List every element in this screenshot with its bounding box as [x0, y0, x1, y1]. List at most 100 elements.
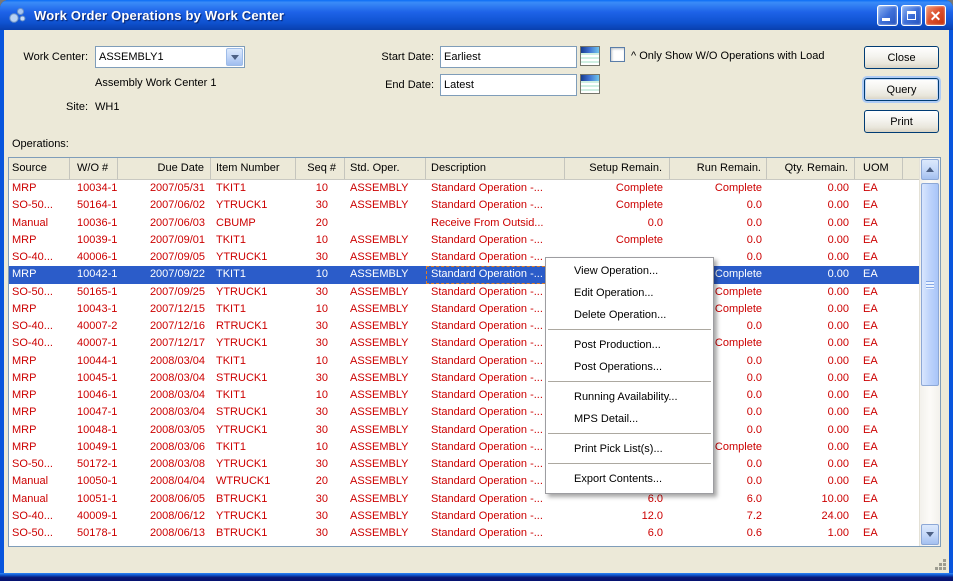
column-header-seq[interactable]: Seq # — [296, 158, 345, 179]
table-cell: 10051-1 — [70, 491, 118, 508]
table-row[interactable]: MRP10042-12007/09/22TKIT110ASSEMBLYStand… — [9, 266, 919, 283]
menu-item-edit-operation[interactable]: Edit Operation... — [546, 282, 713, 304]
start-date-input[interactable] — [440, 46, 577, 68]
table-cell: 0.00 — [767, 284, 855, 301]
menu-item-view-operation[interactable]: View Operation... — [546, 260, 713, 282]
table-cell: 2007/09/25 — [118, 284, 211, 301]
table-row[interactable]: SO-50...50172-12008/03/08YTRUCK130ASSEMB… — [9, 456, 919, 473]
titlebar-controls: ✕ — [877, 5, 946, 26]
scroll-up-button[interactable] — [921, 159, 939, 180]
menu-item-export-contents[interactable]: Export Contents... — [546, 468, 713, 490]
table-row[interactable]: MRP10034-12007/05/31TKIT110ASSEMBLYStand… — [9, 180, 919, 197]
table-cell: SO-50... — [9, 197, 70, 214]
menu-item-delete-operation[interactable]: Delete Operation... — [546, 304, 713, 326]
table-row[interactable]: MRP10045-12008/03/04STRUCK130ASSEMBLYSta… — [9, 370, 919, 387]
chevron-down-icon[interactable] — [226, 48, 243, 66]
column-header-qty-remain[interactable]: Qty. Remain. — [767, 158, 855, 179]
menu-item-post-production[interactable]: Post Production... — [546, 334, 713, 356]
table-row[interactable]: SO-40...40007-12007/12/17YTRUCK130ASSEMB… — [9, 335, 919, 352]
table-cell: 2008/06/13 — [118, 525, 211, 542]
table-row[interactable]: MRP10048-12008/03/05YTRUCK130ASSEMBLYSta… — [9, 422, 919, 439]
print-button[interactable]: Print — [864, 110, 939, 133]
table-cell: EA — [855, 525, 903, 542]
site-label: Site: — [8, 101, 88, 113]
menu-item-running-availability[interactable]: Running Availability... — [546, 386, 713, 408]
column-header-std-oper[interactable]: Std. Oper. — [345, 158, 426, 179]
table-row[interactable]: SO-40...40007-22007/12/16RTRUCK130ASSEMB… — [9, 318, 919, 335]
table-cell: 0.6 — [670, 525, 767, 542]
load-filter-checkbox[interactable] — [610, 47, 625, 62]
column-header-source[interactable]: Source — [9, 158, 70, 179]
table-row[interactable]: MRP10044-12008/03/04TKIT110ASSEMBLYStand… — [9, 353, 919, 370]
column-header-uom[interactable]: UOM — [855, 158, 903, 179]
table-cell: ASSEMBLY — [345, 525, 426, 542]
table-cell: 50164-1 — [70, 197, 118, 214]
table-row[interactable]: SO-40...40009-12008/06/12YTRUCK130ASSEMB… — [9, 508, 919, 525]
table-row[interactable]: MRP10047-12008/03/04STRUCK130ASSEMBLYSta… — [9, 404, 919, 421]
table-cell: EA — [855, 215, 903, 232]
column-header-run-remain[interactable]: Run Remain. — [670, 158, 767, 179]
menu-item-print-pick-list-s[interactable]: Print Pick List(s)... — [546, 438, 713, 460]
title-bar[interactable]: Work Order Operations by Work Center ✕ — [0, 0, 953, 30]
table-cell: Receive From Outsid... — [426, 215, 565, 232]
table-cell: 20 — [296, 215, 345, 232]
table-row[interactable]: SO-50...50164-12007/06/02YTRUCK130ASSEMB… — [9, 197, 919, 214]
table-cell: 10048-1 — [70, 422, 118, 439]
table-cell: Complete — [670, 180, 767, 197]
column-header-setup-remain[interactable]: Setup Remain. — [565, 158, 670, 179]
maximize-button[interactable] — [901, 5, 922, 26]
table-cell: 0.00 — [767, 387, 855, 404]
menu-item-post-operations[interactable]: Post Operations... — [546, 356, 713, 378]
table-cell: SO-40... — [9, 335, 70, 352]
table-row[interactable]: MRP10046-12008/03/04TKIT110ASSEMBLYStand… — [9, 387, 919, 404]
start-date-calendar-icon[interactable] — [580, 46, 600, 66]
table-cell: SO-40... — [9, 318, 70, 335]
end-date-input[interactable] — [440, 74, 577, 96]
table-cell: 0.0 — [565, 215, 670, 232]
work-center-select[interactable]: ASSEMBLY1 — [95, 46, 245, 68]
table-cell: ASSEMBLY — [345, 301, 426, 318]
table-cell: 10 — [296, 232, 345, 249]
end-date-calendar-icon[interactable] — [580, 74, 600, 94]
table-cell: SO-50... — [9, 525, 70, 542]
query-button[interactable]: Query — [864, 78, 939, 101]
table-cell: 0.00 — [767, 197, 855, 214]
table-row[interactable]: SO-50...50178-12008/06/13BTRUCK130ASSEMB… — [9, 525, 919, 542]
column-header-due-date[interactable]: Due Date — [118, 158, 211, 179]
window-bottom-border — [0, 573, 953, 581]
table-row[interactable]: SO-50...50165-12007/09/25YTRUCK130ASSEMB… — [9, 284, 919, 301]
table-cell: 10.00 — [767, 491, 855, 508]
vertical-scrollbar[interactable] — [919, 158, 940, 546]
table-cell: 2007/09/01 — [118, 232, 211, 249]
table-cell: 10 — [296, 180, 345, 197]
table-cell: 40006-1 — [70, 249, 118, 266]
table-row[interactable]: Manual10036-12007/06/03CBUMP20Receive Fr… — [9, 215, 919, 232]
table-cell: Manual — [9, 491, 70, 508]
table-cell: EA — [855, 197, 903, 214]
table-row[interactable]: SO-40...40006-12007/09/05YTRUCK130ASSEMB… — [9, 249, 919, 266]
table-cell: MRP — [9, 422, 70, 439]
table-cell: 10 — [296, 266, 345, 283]
column-header-w-o[interactable]: W/O # — [70, 158, 118, 179]
menu-separator — [548, 463, 711, 464]
column-header-description[interactable]: Description — [426, 158, 565, 179]
table-row[interactable]: Manual10050-12008/04/04WTRUCK120ASSEMBLY… — [9, 473, 919, 490]
table-row[interactable]: MRP10049-12008/03/06TKIT110ASSEMBLYStand… — [9, 439, 919, 456]
table-row[interactable]: MRP10039-12007/09/01TKIT110ASSEMBLYStand… — [9, 232, 919, 249]
close-button[interactable]: Close — [864, 46, 939, 69]
resize-grip[interactable] — [934, 558, 947, 571]
menu-separator — [548, 433, 711, 434]
load-filter-label: ^ Only Show W/O Operations with Load — [631, 50, 824, 62]
table-cell: 2008/06/05 — [118, 491, 211, 508]
gears-cluster-icon — [8, 5, 28, 25]
scroll-down-button[interactable] — [921, 524, 939, 545]
close-window-button[interactable]: ✕ — [925, 5, 946, 26]
menu-item-mps-detail[interactable]: MPS Detail... — [546, 408, 713, 430]
column-header-item-number[interactable]: Item Number — [211, 158, 296, 179]
table-cell: MRP — [9, 439, 70, 456]
minimize-button[interactable] — [877, 5, 898, 26]
table-row[interactable]: Manual10051-12008/06/05BTRUCK130ASSEMBLY… — [9, 491, 919, 508]
table-cell: EA — [855, 491, 903, 508]
table-row[interactable]: MRP10043-12007/12/15TKIT110ASSEMBLYStand… — [9, 301, 919, 318]
scrollbar-thumb[interactable] — [921, 183, 939, 386]
